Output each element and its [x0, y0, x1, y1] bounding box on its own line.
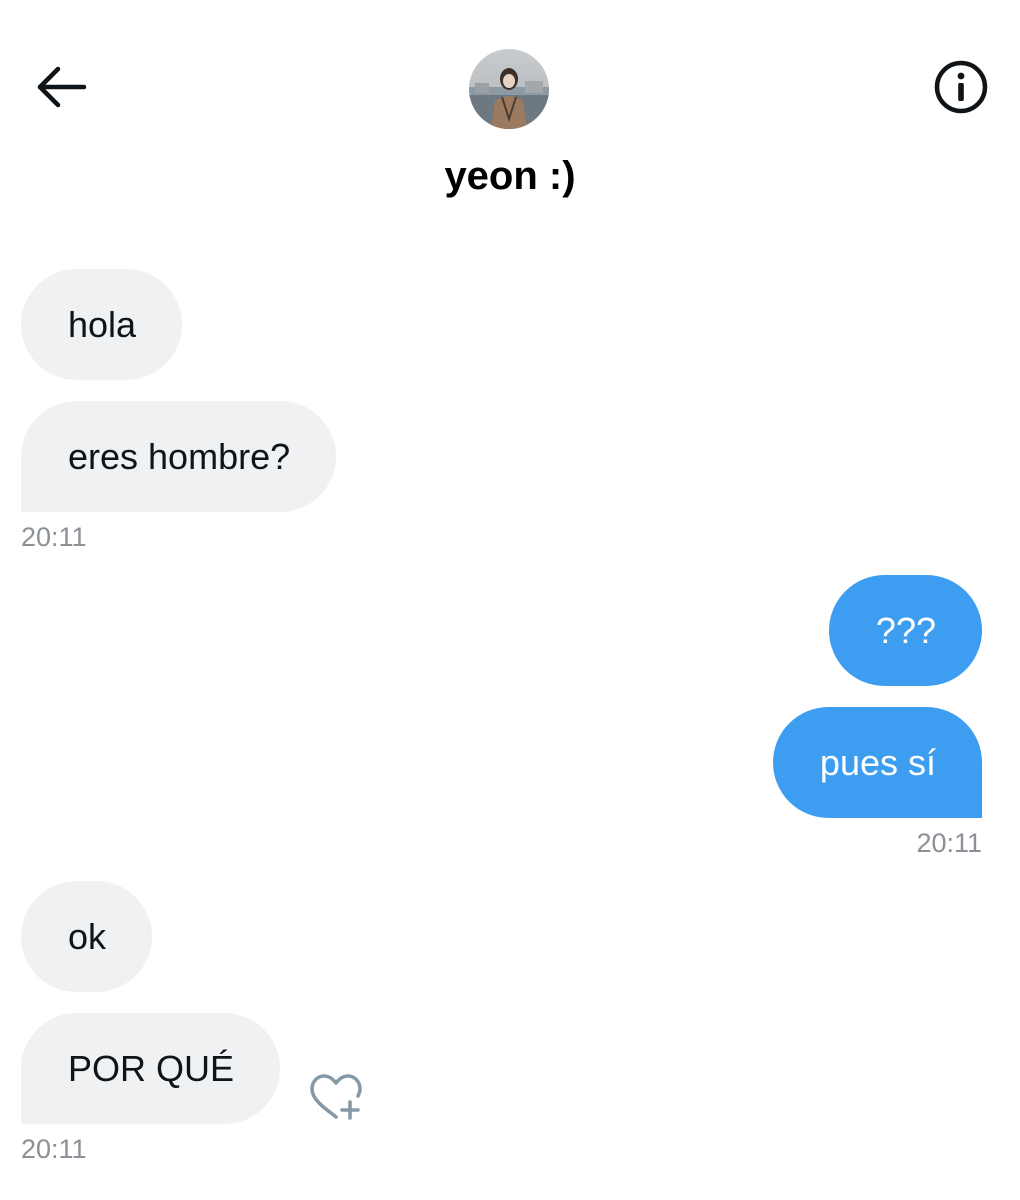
- info-icon: [934, 60, 988, 114]
- add-reaction-button[interactable]: [307, 1071, 365, 1123]
- message-text: eres hombre?: [68, 435, 291, 477]
- message-timestamp: 20:11: [916, 828, 982, 858]
- back-button[interactable]: [30, 60, 94, 114]
- received-message[interactable]: hola: [21, 269, 183, 380]
- message-timestamp: 20:11: [21, 1134, 87, 1164]
- message-text: POR QUÉ: [68, 1047, 235, 1089]
- received-message[interactable]: ok: [21, 881, 153, 992]
- message-text: ok: [68, 915, 107, 957]
- heart-plus-icon: [310, 1074, 362, 1120]
- received-message[interactable]: POR QUÉ: [21, 1013, 281, 1124]
- sent-message[interactable]: ???: [828, 575, 982, 686]
- profile-photo: [469, 49, 549, 129]
- conversation-title: yeon :): [444, 154, 576, 198]
- message-text: ???: [875, 609, 936, 651]
- message-text: pues sí: [819, 741, 936, 783]
- message-text: hola: [68, 303, 137, 345]
- message-timestamp: 20:11: [21, 522, 87, 552]
- sent-message[interactable]: pues sí: [772, 707, 982, 818]
- arrow-left-icon: [37, 66, 87, 108]
- received-message[interactable]: eres hombre?: [21, 401, 337, 512]
- info-button[interactable]: [932, 58, 990, 116]
- avatar[interactable]: [469, 49, 549, 129]
